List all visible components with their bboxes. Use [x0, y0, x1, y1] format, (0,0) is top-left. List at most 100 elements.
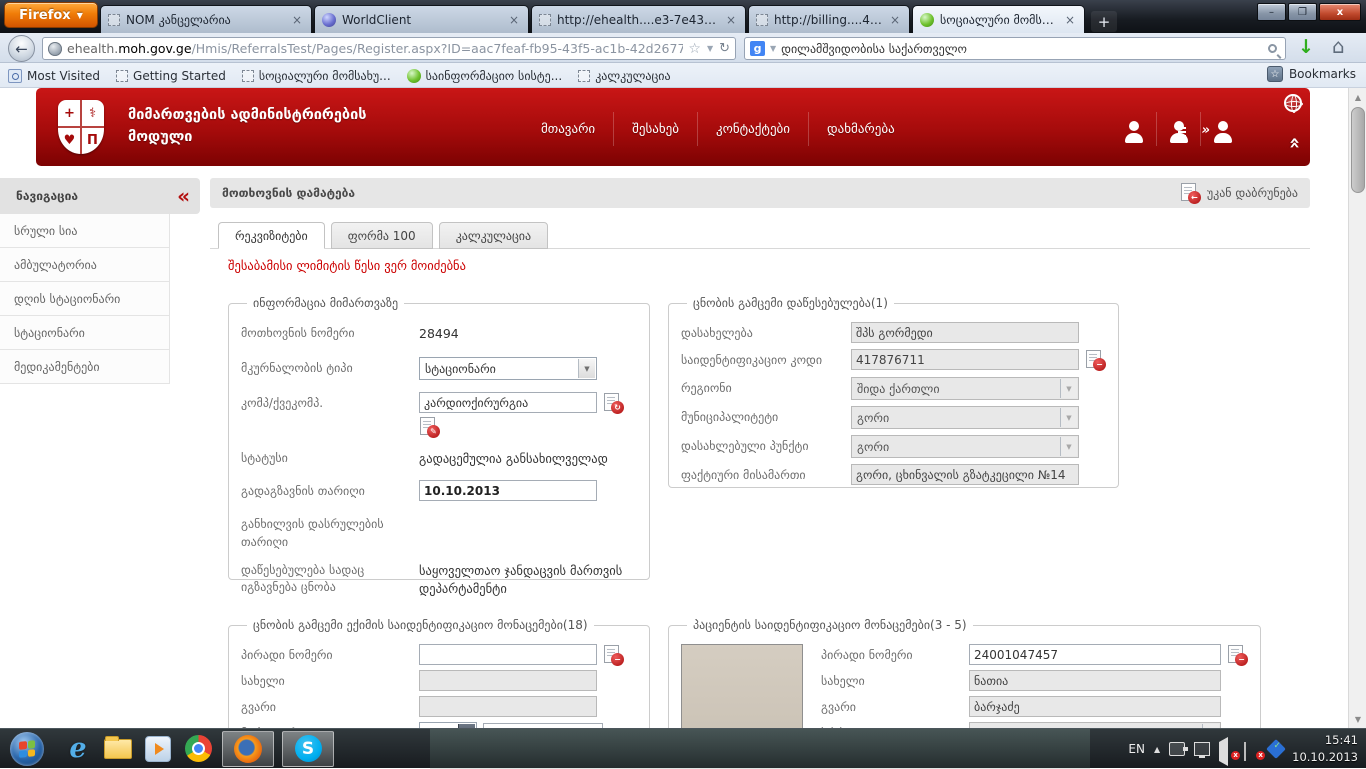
no-favicon-icon [242, 70, 254, 82]
page-scrollbar[interactable]: ▲ ▼ [1348, 88, 1366, 728]
sidebar-item-medications[interactable]: მედიკამენტები [0, 350, 169, 384]
start-button[interactable] [10, 732, 44, 766]
sidebar-item-hospital[interactable]: სტაციონარი [0, 316, 169, 350]
restore-button[interactable]: ❐ [1288, 3, 1317, 21]
browser-tab-billing[interactable]: http://billing....44-fdb46d45c493 × [748, 5, 910, 33]
google-engine-icon[interactable]: g [750, 41, 765, 56]
user-icon [1123, 121, 1145, 143]
collapse-header-chevrons-icon[interactable]: « [1284, 137, 1306, 149]
show-bookmarks-button[interactable]: ☆ Bookmarks [1267, 66, 1356, 82]
doctor-pn-clear-icon[interactable]: − [603, 645, 624, 665]
sidebar-item-full-list[interactable]: სრული სია [0, 214, 169, 248]
patient-pn-input[interactable] [969, 644, 1221, 665]
downloads-icon[interactable]: ↓ [1298, 36, 1314, 58]
nav-contacts[interactable]: კონტაქტები [697, 112, 808, 146]
firefox-taskbar-button[interactable] [222, 731, 274, 767]
patient-pn-clear-icon[interactable]: − [1227, 645, 1248, 665]
skype-taskbar-button[interactable]: S [282, 731, 334, 767]
tab-calculation[interactable]: კალკულაცია [439, 222, 548, 249]
bookmark-star-icon[interactable]: ☆ [688, 41, 701, 57]
tab-close-icon[interactable]: × [1063, 13, 1077, 27]
nav-help[interactable]: დახმარება [808, 112, 913, 146]
url-text[interactable]: ehealth.moh.gov.ge/Hmis/ReferralsTest/Pa… [67, 41, 683, 56]
ie-icon: e [69, 733, 86, 764]
go-back-button[interactable]: ← უკან დაბრუნება [1180, 183, 1298, 203]
scroll-up-icon[interactable]: ▲ [1350, 89, 1366, 105]
close-button[interactable]: x [1319, 3, 1361, 21]
bookmark-getting-started[interactable]: Getting Started [116, 69, 226, 83]
windows-taskbar: e S EN ▲ x x 15:41 10.10.2013 [0, 728, 1366, 768]
tab-close-icon[interactable]: × [888, 13, 902, 27]
component-lookup-icon[interactable]: ↻ [603, 393, 624, 413]
action-center-flag-icon[interactable]: x [1244, 742, 1260, 756]
browser-tab-social-active[interactable]: სოციალური მომსახურების საა... × [912, 5, 1085, 33]
search-input[interactable] [781, 42, 1263, 56]
page-title: მოთხოვნის დამატება [222, 186, 355, 200]
mute-badge-icon: x [1231, 751, 1240, 760]
internet-explorer-button[interactable]: e [58, 729, 98, 769]
scrollbar-thumb[interactable] [1351, 107, 1365, 193]
content-header: მოთხოვნის დამატება ← უკან დაბრუნება [210, 178, 1310, 208]
nav-home[interactable]: მთავარი [523, 112, 613, 146]
doctor-pn-input[interactable] [419, 644, 597, 665]
minimize-button[interactable]: – [1257, 3, 1286, 21]
reload-icon[interactable]: ↻ [719, 41, 730, 56]
new-tab-button[interactable]: + [1091, 11, 1117, 32]
site-identity-icon[interactable] [48, 42, 62, 56]
clock-time: 15:41 [1292, 732, 1358, 749]
sidebar-item-ambulatory[interactable]: ამბულატორია [0, 248, 169, 282]
home-icon[interactable]: ⌂ [1332, 34, 1345, 58]
file-explorer-button[interactable] [98, 729, 138, 769]
institution-label: დაწესებულება სადაც იგზავნება ცნობა [241, 559, 419, 597]
url-bar[interactable]: ehealth.moh.gov.ge/Hmis/ReferralsTest/Pa… [42, 37, 736, 60]
user-list-button[interactable] [1156, 112, 1200, 146]
limit-warning-text: შესაბამისი ლიმიტის წესი ვერ მოიძებნა [228, 258, 466, 273]
language-globe-icon[interactable] [1284, 94, 1302, 112]
search-icon[interactable] [1268, 44, 1277, 53]
component-edit-icon[interactable]: ✎ [419, 417, 440, 437]
sidebar-item-day-hospital[interactable]: დღის სტაციონარი [0, 282, 169, 316]
scroll-down-icon[interactable]: ▼ [1350, 711, 1366, 727]
tab-title: WorldClient [342, 13, 501, 27]
bookmark-information-system[interactable]: საინფორმაციო სისტე... [407, 69, 563, 83]
tab-form-100[interactable]: ფორმა 100 [331, 222, 433, 249]
logout-button[interactable] [1200, 112, 1244, 146]
clear-badge-icon: − [1235, 653, 1248, 666]
tab-close-icon[interactable]: × [290, 13, 304, 27]
nav-about[interactable]: შესახებ [613, 112, 697, 146]
language-indicator[interactable]: EN [1128, 742, 1145, 756]
bookmark-social-service[interactable]: სოციალური მომსახუ... [242, 69, 391, 83]
ministry-logo-icon[interactable]: + ⚕ ♥ Π [58, 100, 104, 154]
lookup-badge-icon: ↻ [611, 401, 624, 414]
issuer-id-clear-icon[interactable]: − [1085, 350, 1106, 370]
treatment-type-select[interactable]: სტაციონარი ▼ [419, 357, 597, 380]
bookmark-calculation[interactable]: კალკულაცია [578, 69, 670, 83]
network-icon[interactable] [1194, 742, 1210, 756]
bookmark-most-visited[interactable]: Most Visited [8, 69, 100, 83]
back-button[interactable]: ← [8, 35, 35, 62]
user-profile-button[interactable] [1112, 112, 1156, 146]
sidebar-collapse-icon[interactable]: « [177, 186, 190, 206]
volume-muted-icon[interactable]: x [1219, 742, 1235, 756]
tab-close-icon[interactable]: × [507, 13, 521, 27]
firefox-menu-button[interactable]: Firefox ▼ [4, 2, 98, 28]
tray-expand-icon[interactable]: ▲ [1154, 745, 1160, 754]
component-input[interactable] [419, 392, 597, 413]
search-engine-dropdown-icon[interactable]: ▼ [770, 44, 776, 53]
search-bar[interactable]: g ▼ [744, 37, 1286, 60]
browser-tab-nom[interactable]: NOM კანცელარია × [100, 5, 312, 33]
dropbox-icon[interactable] [1266, 739, 1286, 759]
url-dropdown-icon[interactable]: ▼ [707, 44, 713, 53]
taskbar-clock[interactable]: 15:41 10.10.2013 [1292, 732, 1358, 767]
power-plug-icon[interactable] [1169, 742, 1185, 756]
patient-photo [681, 644, 803, 728]
send-date-input[interactable] [419, 480, 597, 501]
municipality-label: მუნიციპალიტეტი [681, 406, 851, 426]
media-player-button[interactable] [138, 729, 178, 769]
chrome-button[interactable] [178, 729, 218, 769]
status-label: სტატუსი [241, 447, 419, 467]
browser-tab-ehealth[interactable]: http://ehealth....e3-7e43813eb2e6 × [531, 5, 746, 33]
tab-requisites[interactable]: რეკვიზიტები [218, 222, 325, 249]
browser-tab-worldclient[interactable]: WorldClient × [314, 5, 529, 33]
tab-close-icon[interactable]: × [724, 13, 738, 27]
